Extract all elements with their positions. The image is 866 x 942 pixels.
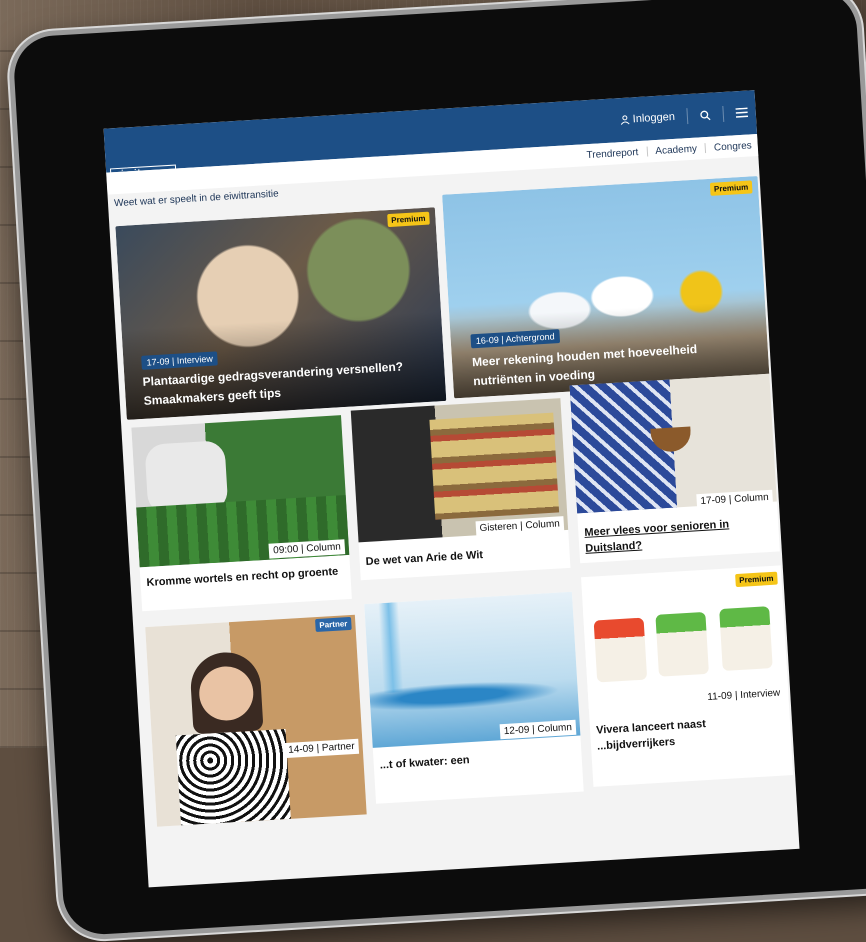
article-title: De wet van Arie de Wit bbox=[365, 549, 484, 568]
premium-badge: Premium bbox=[386, 211, 430, 228]
site-logo[interactable]: eiwit trends bbox=[109, 164, 178, 193]
menu-icon[interactable] bbox=[735, 107, 749, 119]
nav-divider bbox=[704, 143, 707, 154]
hero-article[interactable]: Premium 16-09 | Achtergrond Meer rekenin… bbox=[442, 176, 770, 399]
nav-trendreport[interactable]: Trendreport bbox=[586, 147, 638, 161]
article-image bbox=[145, 614, 367, 827]
premium-badge: Premium bbox=[734, 571, 778, 588]
login-label: Inloggen bbox=[632, 110, 676, 126]
nav-congres[interactable]: Congres bbox=[714, 140, 752, 153]
article-card[interactable]: 12-09 | Column ...t of kwater: een bbox=[364, 591, 584, 804]
tablet-screen: Inloggen eiwit trends Trendreport Academ… bbox=[103, 90, 800, 888]
tablet-device: Inloggen eiwit trends Trendreport Academ… bbox=[6, 0, 866, 942]
login-link[interactable]: Inloggen bbox=[619, 111, 675, 126]
hero-article[interactable]: Premium 17-09 | Interview Plantaardige g… bbox=[115, 207, 447, 420]
user-icon bbox=[620, 115, 630, 125]
article-title: Vivera lanceert naast ...bijdverrijkers bbox=[595, 718, 707, 753]
partner-badge: Partner bbox=[315, 616, 352, 633]
nav-divider bbox=[646, 146, 648, 157]
article-meta: 17-09 | Column bbox=[696, 489, 774, 510]
article-card[interactable]: Partner 14-09 | Partner bbox=[145, 614, 367, 827]
article-card[interactable]: 09:00 | Column Kromme wortels en recht o… bbox=[131, 415, 352, 612]
divider bbox=[722, 105, 725, 122]
search-icon[interactable] bbox=[700, 109, 712, 121]
article-title: ...t of kwater: een bbox=[379, 754, 470, 772]
article-title: Meer vlees voor senioren in Duitsland? bbox=[584, 518, 730, 555]
divider bbox=[686, 108, 689, 125]
article-card[interactable]: Premium 11-09 | Interview Vivera lanceer… bbox=[581, 565, 794, 787]
premium-badge: Premium bbox=[709, 180, 753, 196]
article-title: Kromme wortels en recht op groente bbox=[146, 565, 339, 589]
article-card[interactable]: 17-09 | Column Meer vlees voor senioren … bbox=[569, 373, 780, 564]
nav-academy[interactable]: Academy bbox=[655, 143, 697, 156]
article-card[interactable]: Gisteren | Column De wet van Arie de Wit bbox=[350, 398, 571, 581]
